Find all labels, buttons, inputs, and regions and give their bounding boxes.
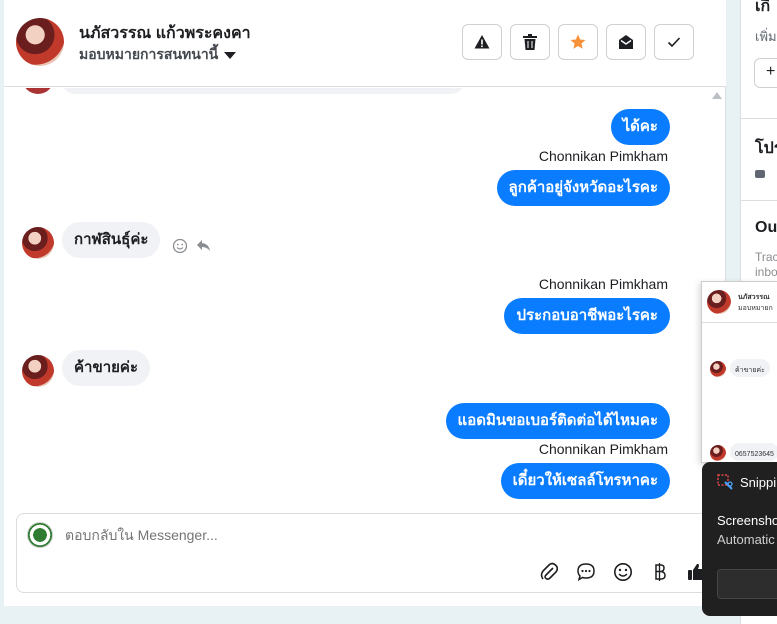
chat-panel: นภัสวรรณ แก้วพระคงคา มอบหมายการสนทนานี้: [4, 0, 726, 606]
tracking-text: Trac: [755, 250, 777, 264]
preview-bubble: ค้าขายค่ะ: [730, 359, 770, 377]
message-composer: [16, 513, 714, 593]
customer-avatar[interactable]: [22, 355, 54, 387]
snipping-tool-icon: [717, 474, 733, 490]
preview-bubble: 0657523645: [730, 443, 777, 461]
message-bubble-outgoing[interactable]: ลูกค้าอยู่จังหวัดอะไรคะ: [496, 170, 670, 206]
sender-name: Chonnikan Pimkham: [538, 441, 668, 457]
page-avatar: [27, 522, 53, 548]
attachment-button[interactable]: [537, 560, 561, 584]
star-icon: [570, 34, 586, 49]
toast-detail: Automatic: [717, 532, 775, 547]
message-bubble-outgoing[interactable]: แอดมินขอเบอร์ติดต่อได้ไหมคะ: [445, 403, 670, 439]
message-avatar: [22, 88, 54, 94]
contact-avatar[interactable]: [16, 18, 64, 66]
message-tools: [172, 238, 212, 254]
attachment-icon: [540, 562, 558, 580]
contact-name[interactable]: นภัสวรรณ แก้วพระคงคา: [79, 21, 251, 46]
message-bubble-incoming[interactable]: ค้าขายค่ะ: [62, 350, 151, 386]
composer-tools: [537, 560, 709, 584]
mark-unread-button[interactable]: [606, 24, 646, 60]
star-button[interactable]: [558, 24, 598, 60]
section-title: เกี: [755, 0, 771, 15]
add-button[interactable]: +: [754, 58, 777, 88]
trash-icon: [523, 34, 537, 50]
check-icon: [667, 37, 681, 48]
emoji-button[interactable]: [611, 560, 635, 584]
saved-reply-icon: [577, 563, 595, 582]
react-emoji-icon[interactable]: [172, 238, 188, 254]
message-bubble-partial: [62, 88, 464, 94]
sender-name: Chonnikan Pimkham: [538, 276, 668, 292]
header-actions: [462, 24, 694, 60]
emoji-icon: [614, 563, 632, 581]
preview-name: นภัสวรรณ: [738, 294, 770, 301]
preview-avatar: [710, 445, 726, 461]
divider: [741, 118, 777, 119]
delete-button[interactable]: [510, 24, 550, 60]
chat-header: นภัสวรรณ แก้วพระคงคา มอบหมายการสนทนานี้: [4, 0, 726, 87]
assign-conversation-dropdown[interactable]: มอบหมายการสนทนานี้: [79, 44, 237, 66]
sender-name: Chonnikan Pimkham: [538, 148, 668, 164]
divider: [702, 322, 777, 323]
customer-avatar[interactable]: [22, 227, 54, 259]
baht-icon: [655, 563, 666, 581]
briefcase-icon: [755, 170, 765, 178]
snipping-tool-notification[interactable]: Snippi Screensho Automatic: [702, 462, 777, 616]
section-title: Out: [755, 219, 777, 236]
assign-label: มอบหมายการสนทนานี้: [79, 46, 219, 62]
payment-button[interactable]: [648, 560, 672, 584]
section-title: โปร: [755, 140, 777, 157]
preview-avatar: [707, 290, 731, 314]
message-list: ได้คะ Chonnikan Pimkham ลูกค้าอยู่จังหวั…: [4, 88, 714, 508]
saved-replies-button[interactable]: [574, 560, 598, 584]
caret-down-icon: [224, 51, 237, 59]
message-bubble-outgoing[interactable]: เดี๋ยวให้เซลล์โทรหาคะ: [500, 463, 670, 499]
message-bubble-outgoing[interactable]: ประกอบอาชีพอะไรคะ: [504, 298, 670, 334]
reply-icon[interactable]: [196, 239, 212, 253]
preview-assign: มอบหมายก: [738, 305, 773, 312]
screenshot-preview[interactable]: นภัสวรรณ มอบหมายก ค้าขายค่ะ 0657523645: [701, 281, 777, 463]
message-bubble-outgoing[interactable]: ได้คะ: [610, 109, 670, 145]
toast-app-name: Snippi: [740, 475, 777, 490]
preview-avatar: [710, 361, 726, 377]
warning-icon: [474, 35, 490, 49]
add-label: เพิ่ม: [755, 29, 777, 44]
envelope-open-icon: [619, 35, 633, 49]
inbox-text: inbo: [755, 265, 777, 279]
report-button[interactable]: [462, 24, 502, 60]
toast-message: Screensho: [717, 513, 777, 528]
reply-input[interactable]: [65, 527, 665, 543]
message-bubble-incoming[interactable]: กาฬสินธุ์ค่ะ: [62, 222, 161, 258]
divider: [741, 200, 777, 201]
toast-action-button[interactable]: [717, 569, 777, 599]
mark-done-button[interactable]: [654, 24, 694, 60]
